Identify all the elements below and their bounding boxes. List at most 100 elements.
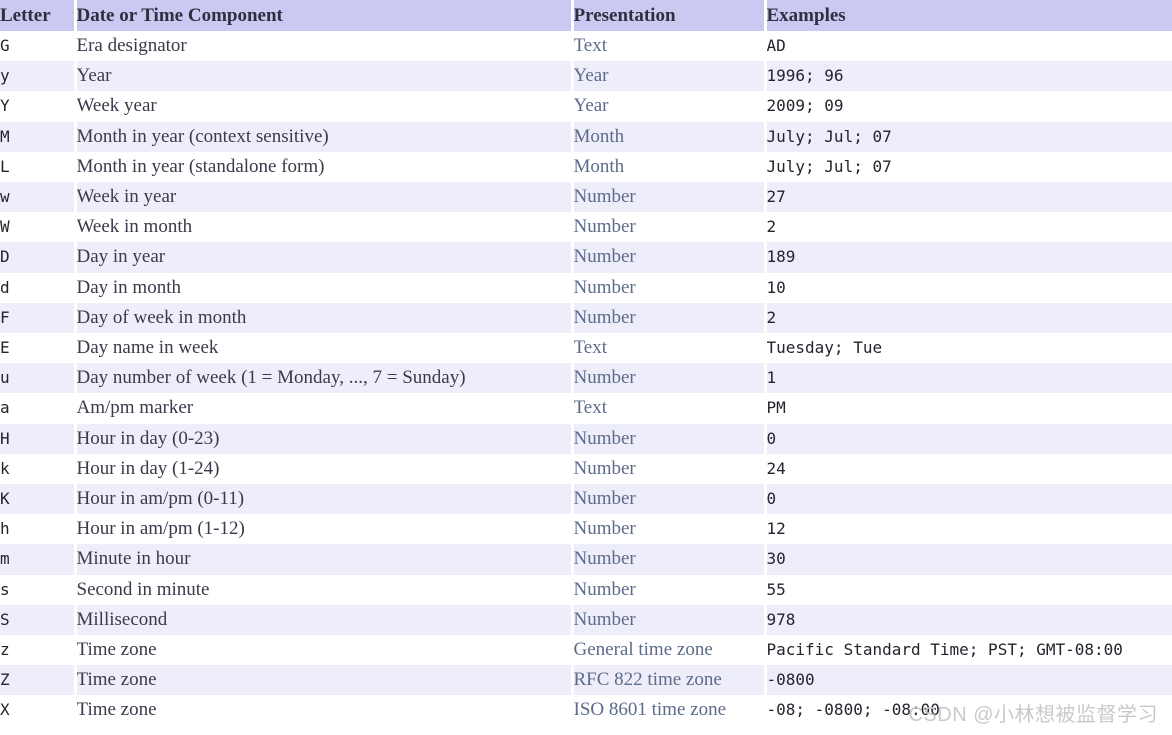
example-value-cell: 12	[763, 514, 1172, 545]
table-row: Y Week year Year 2009; 09	[0, 91, 1172, 122]
pattern-letter-cell: d	[0, 272, 75, 303]
pattern-letter-cell: m	[0, 544, 75, 575]
pattern-letter-cell: W	[0, 212, 75, 243]
table-header-row: Letter Date or Time Component Presentati…	[0, 0, 1172, 31]
component-description-cell: Era designator	[73, 31, 572, 62]
presentation-type-cell: Month	[570, 121, 765, 152]
pattern-letter-cell: u	[0, 363, 75, 394]
example-value-cell: 189	[763, 242, 1172, 273]
pattern-letter-cell: M	[0, 121, 75, 152]
pattern-letter-cell: h	[0, 514, 75, 545]
example-value-cell: 30	[763, 544, 1172, 575]
component-description-cell: Minute in hour	[73, 544, 572, 575]
presentation-type-cell: Number	[570, 423, 765, 454]
example-value-cell: 1996; 96	[763, 61, 1172, 92]
example-value-cell: 10	[763, 272, 1172, 303]
pattern-letter-cell: E	[0, 333, 75, 364]
presentation-type-cell: Year	[570, 91, 765, 122]
example-value-cell: Pacific Standard Time; PST; GMT-08:00	[763, 635, 1172, 666]
presentation-type-cell: Number	[570, 302, 765, 334]
pattern-letter-cell: Z	[0, 665, 75, 696]
component-description-cell: Week in year	[73, 182, 572, 213]
table-row: S Millisecond Number 978	[0, 604, 1172, 636]
presentation-type-cell: Number	[570, 453, 765, 485]
table-row: M Month in year (context sensitive) Month J…	[0, 121, 1172, 152]
table-row: h Hour in am/pm (1-12) Number 12	[0, 514, 1172, 545]
example-value-cell: 2009; 09	[763, 91, 1172, 122]
component-description-cell: Time zone	[73, 695, 572, 726]
table-row: G Era designator Text AD	[0, 31, 1172, 62]
pattern-letter-cell: a	[0, 393, 75, 424]
table-row: z Time zone General time zone Pacific Stand…	[0, 635, 1172, 666]
table-row: m Minute in hour Number 30	[0, 544, 1172, 575]
presentation-type-cell: Text	[570, 333, 765, 364]
example-value-cell: Tuesday; Tue	[763, 333, 1172, 364]
example-value-cell: -0800	[763, 665, 1172, 696]
column-header-presentation: Presentation	[570, 0, 765, 31]
pattern-letter-cell: K	[0, 484, 75, 515]
presentation-type-cell: Number	[570, 544, 765, 575]
column-header-letter: Letter	[0, 0, 75, 31]
component-description-cell: Day in month	[73, 272, 572, 303]
presentation-type-cell: General time zone	[570, 635, 765, 666]
example-value-cell: 55	[763, 574, 1172, 605]
table-row: w Week in year Number 27	[0, 182, 1172, 213]
pattern-letter-cell: k	[0, 453, 75, 485]
component-description-cell: Time zone	[73, 665, 572, 696]
presentation-type-cell: Number	[570, 484, 765, 515]
component-description-cell: Millisecond	[73, 604, 572, 636]
pattern-letter-cell: X	[0, 695, 75, 726]
example-value-cell: 1	[763, 363, 1172, 394]
presentation-type-cell: Number	[570, 182, 765, 213]
presentation-type-cell: Month	[570, 151, 765, 183]
example-value-cell: -08; -0800; -08:00	[763, 695, 1172, 726]
table-row: X Time zone ISO 8601 time zone -08; -0800; …	[0, 695, 1172, 726]
presentation-type-cell: Number	[570, 272, 765, 303]
presentation-type-cell: Text	[570, 393, 765, 424]
pattern-letter-cell: S	[0, 604, 75, 636]
pattern-letter-cell: D	[0, 242, 75, 273]
table-row: E Day name in week Text Tuesday; Tue	[0, 333, 1172, 364]
example-value-cell: 978	[763, 604, 1172, 636]
example-value-cell: PM	[763, 393, 1172, 424]
table-header: Letter Date or Time Component Presentati…	[0, 0, 1172, 31]
pattern-letter-cell: Y	[0, 91, 75, 122]
table-row: F Day of week in month Number 2	[0, 302, 1172, 334]
table-row: W Week in month Number 2	[0, 212, 1172, 243]
example-value-cell: 2	[763, 212, 1172, 243]
presentation-type-cell: ISO 8601 time zone	[570, 695, 765, 726]
table-row: k Hour in day (1-24) Number 24	[0, 453, 1172, 485]
component-description-cell: Hour in day (0-23)	[73, 423, 572, 454]
example-value-cell: 0	[763, 484, 1172, 515]
component-description-cell: Week year	[73, 91, 572, 122]
example-value-cell: AD	[763, 31, 1172, 62]
presentation-type-cell: Number	[570, 242, 765, 273]
component-description-cell: Week in month	[73, 212, 572, 243]
pattern-letter-cell: w	[0, 182, 75, 213]
example-value-cell: 24	[763, 453, 1172, 485]
presentation-type-cell: Text	[570, 31, 765, 62]
table-row: D Day in year Number 189	[0, 242, 1172, 273]
component-description-cell: Day in year	[73, 242, 572, 273]
date-time-pattern-table: Letter Date or Time Component Presentati…	[0, 0, 1172, 726]
component-description-cell: Time zone	[73, 635, 572, 666]
example-value-cell: 27	[763, 182, 1172, 213]
component-description-cell: Second in minute	[73, 574, 572, 605]
table-row: s Second in minute Number 55	[0, 574, 1172, 605]
presentation-type-cell: Number	[570, 604, 765, 636]
table-row: K Hour in am/pm (0-11) Number 0	[0, 484, 1172, 515]
example-value-cell: July; Jul; 07	[763, 121, 1172, 152]
pattern-letter-cell: L	[0, 151, 75, 183]
component-description-cell: Year	[73, 61, 572, 92]
component-description-cell: Hour in am/pm (1-12)	[73, 514, 572, 545]
presentation-type-cell: Year	[570, 61, 765, 92]
table-row: d Day in month Number 10	[0, 272, 1172, 303]
pattern-letter-cell: s	[0, 574, 75, 605]
table-row: u Day number of week (1 = Monday, ..., 7 …	[0, 363, 1172, 394]
pattern-letter-cell: F	[0, 302, 75, 334]
component-description-cell: Am/pm marker	[73, 393, 572, 424]
component-description-cell: Month in year (standalone form)	[73, 151, 572, 183]
pattern-letter-cell: G	[0, 31, 75, 62]
column-header-examples: Examples	[763, 0, 1172, 31]
table-row: Z Time zone RFC 822 time zone -0800	[0, 665, 1172, 696]
